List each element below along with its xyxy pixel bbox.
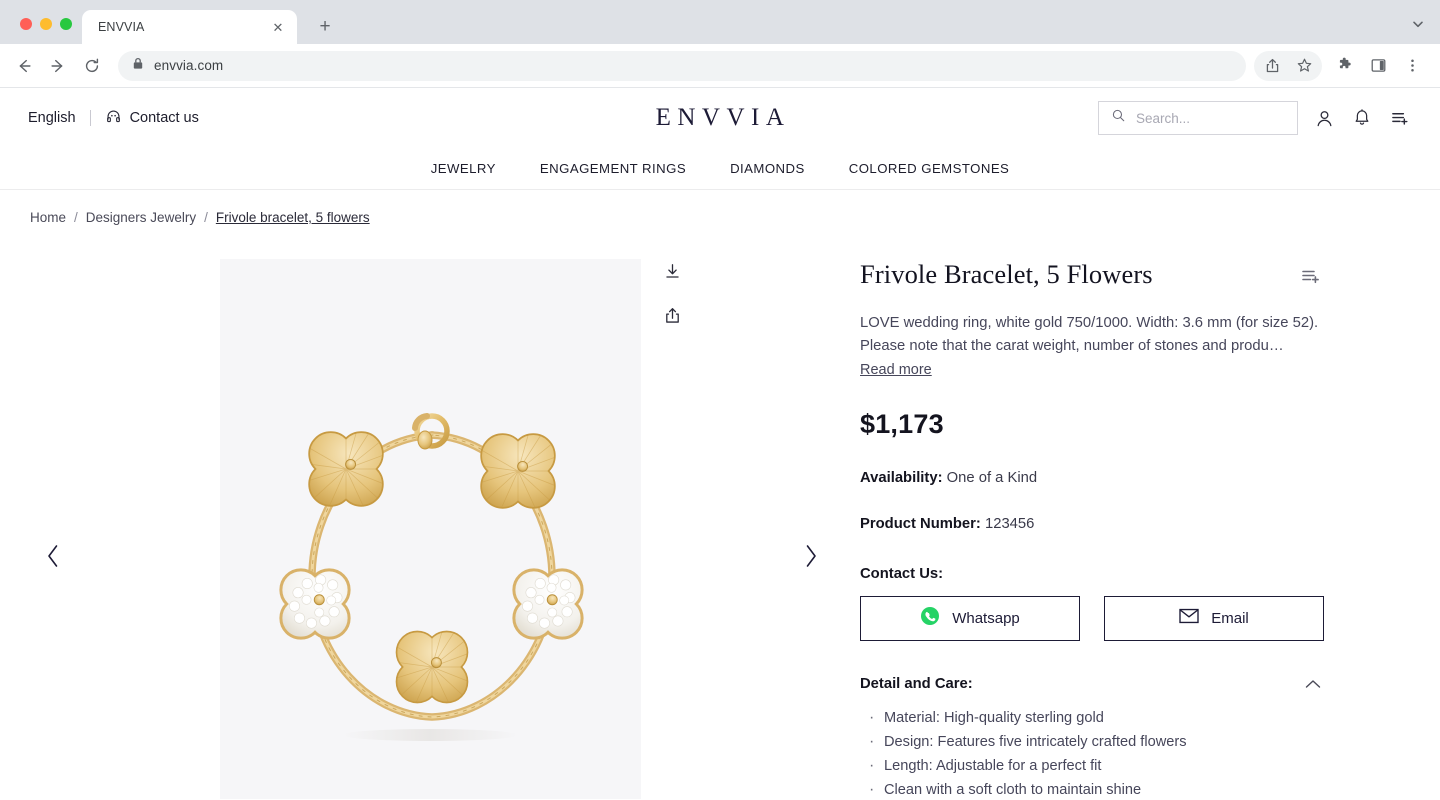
breadcrumb-separator: / [204,210,208,225]
chevron-up-icon[interactable] [1302,673,1324,695]
browser-tab[interactable]: ENVVIA ✕ [82,10,297,44]
list-item: Design: Features five intricately crafte… [860,729,1324,756]
url-text: envvia.com [154,58,224,73]
nav-item-diamonds[interactable]: DIAMONDS [730,161,805,176]
three-dot-menu-icon[interactable] [1396,50,1428,82]
detail-and-care-header[interactable]: Detail and Care: [860,673,1324,695]
product-number-row: Product Number: 123456 [860,516,1324,532]
contact-buttons: Whatsapp Email [860,595,1324,641]
envelope-icon [1179,608,1199,628]
availability-value: One of a Kind [946,469,1038,486]
site-header: English Contact us ENVVIA [0,88,1440,148]
search-box[interactable] [1098,101,1298,135]
omnibox-actions [1254,50,1322,82]
person-icon[interactable] [1312,106,1336,130]
product-image[interactable] [219,259,641,799]
side-panel-icon[interactable] [1362,50,1394,82]
maximize-window-button[interactable] [60,18,72,30]
tab-list-dropdown-icon[interactable] [1404,10,1432,38]
product-info-panel: Frivole Bracelet, 5 Flowers LOVE wedding… [860,259,1380,800]
new-tab-button[interactable]: + [311,12,339,40]
contact-us-label: Contact us [129,110,199,126]
nav-item-colored-gemstones[interactable]: COLORED GEMSTONES [849,161,1010,176]
nav-item-engagement-rings[interactable]: ENGAGEMENT RINGS [540,161,686,176]
whatsapp-button[interactable]: Whatsapp [860,595,1080,641]
bell-icon[interactable] [1350,106,1374,130]
toolbar-actions [1254,50,1428,82]
product-number-label: Product Number: [860,515,981,532]
add-to-list-icon[interactable] [1300,265,1324,289]
list-item: Length: Adjustable for a perfect fit [860,753,1324,780]
browser-window: ENVVIA ✕ + envvia.com English Contact us… [0,0,1440,800]
header-left: English Contact us [28,108,199,129]
email-button[interactable]: Email [1104,595,1324,641]
availability-row: Availability: One of a Kind [860,470,1324,486]
support-headset-icon [105,108,122,129]
close-window-button[interactable] [20,18,32,30]
main-navigation: JEWELRY ENGAGEMENT RINGS DIAMONDS COLORE… [0,148,1440,190]
page-title: Frivole Bracelet, 5 Flowers [860,259,1153,289]
back-arrow-icon[interactable] [8,50,40,82]
header-right [1098,101,1412,135]
breadcrumb: Home / Designers Jewelry / Frivole brace… [0,190,1440,225]
gallery-prev-button[interactable] [36,539,70,573]
add-to-list-icon[interactable] [1388,106,1412,130]
read-more-link[interactable]: Read more [860,362,932,378]
breadcrumb-home[interactable]: Home [30,210,66,225]
detail-and-care-section: Detail and Care: Material: High-quality … [860,673,1324,800]
whatsapp-label: Whatsapp [952,609,1020,627]
share-icon[interactable] [661,303,685,327]
star-icon[interactable] [1288,50,1320,82]
forward-arrow-icon[interactable] [42,50,74,82]
browser-toolbar: envvia.com [0,44,1440,88]
breadcrumb-current: Frivole bracelet, 5 flowers [215,210,370,225]
image-actions [661,259,685,327]
list-item: Material: High-quality sterling gold [860,705,1324,732]
product-detail: Frivole Bracelet, 5 Flowers LOVE wedding… [0,225,1440,800]
email-label: Email [1211,609,1249,627]
language-selector[interactable]: English [28,110,76,126]
gallery-next-button[interactable] [794,539,828,573]
product-title-row: Frivole Bracelet, 5 Flowers [860,259,1324,290]
download-icon[interactable] [661,259,685,283]
share-icon[interactable] [1256,50,1288,82]
minimize-window-button[interactable] [40,18,52,30]
window-controls [0,18,82,44]
search-icon [1111,108,1126,128]
search-input[interactable] [1136,110,1285,126]
detail-and-care-title: Detail and Care: [860,675,973,692]
product-price: $1,173 [860,408,944,439]
product-gallery [0,259,860,800]
product-description: LOVE wedding ring, white gold 750/1000. … [860,315,1319,355]
product-photo-wrapper [219,259,679,799]
detail-and-care-list: Material: High-quality sterling gold Des… [860,705,1324,800]
address-bar[interactable]: envvia.com [118,50,1246,81]
puzzle-icon[interactable] [1328,50,1360,82]
close-tab-button[interactable]: ✕ [269,18,287,36]
product-number-value: 123456 [984,515,1035,532]
tab-title: ENVVIA [98,20,145,34]
tab-strip: ENVVIA ✕ + [0,0,1440,44]
list-item: Clean with a soft cloth to maintain shin… [860,777,1324,800]
availability-label: Availability: [860,469,943,486]
nav-item-jewelry[interactable]: JEWELRY [431,161,496,176]
breadcrumb-category[interactable]: Designers Jewelry [86,210,196,225]
whatsapp-icon [920,606,940,630]
site-logo[interactable]: ENVVIA [650,104,791,132]
header-divider [89,110,91,126]
breadcrumb-separator: / [74,210,78,225]
contact-us-link[interactable]: Contact us [105,108,199,129]
page-content: English Contact us ENVVIA Search... JEWE… [0,88,1440,800]
contact-us-label: Contact Us: [860,565,944,582]
lock-icon [132,57,144,75]
reload-icon[interactable] [76,50,108,82]
